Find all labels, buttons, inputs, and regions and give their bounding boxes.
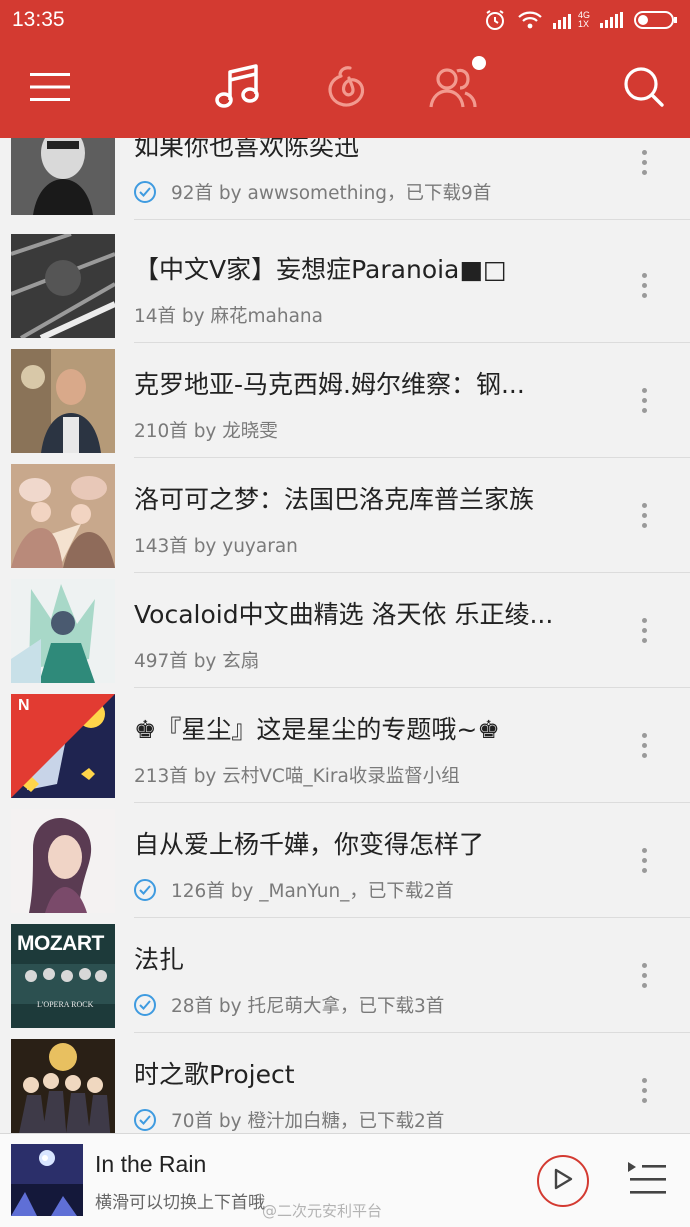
playlist-meta: 210首 by 龙晓雯 <box>134 421 278 442</box>
playlist-cover <box>11 579 115 683</box>
list-item[interactable]: 【中文V家】妄想症Paranoia■□ 14首 by 麻花mahana <box>0 228 690 343</box>
friends-icon <box>427 63 483 115</box>
new-badge-label: N <box>18 697 30 714</box>
status-bar: 13:35 4G 1X <box>0 0 690 40</box>
playlist-meta: 28首 by 托尼萌大拿，已下载3首 <box>171 996 445 1017</box>
playlist-subtitle: 126首 by _ManYun_，已下载2首 <box>134 877 604 903</box>
playlist-subtitle: 497首 by 玄扇 <box>134 647 604 673</box>
tab-friends[interactable] <box>420 40 490 138</box>
playlist-subtitle: 210首 by 龙晓雯 <box>134 417 604 443</box>
playlist-meta: 92首 by awwsomething，已下载9首 <box>171 183 492 204</box>
downloaded-check-icon <box>134 994 156 1016</box>
cover-subtitle: L'OPERA ROCK <box>37 1000 94 1009</box>
playlist-meta: 213首 by 云村VC喵_Kira收录监督小组 <box>134 766 460 787</box>
playlist-cover <box>11 809 115 913</box>
queue-button[interactable] <box>626 1160 668 1200</box>
signal-icon: 4G 1X <box>552 11 590 29</box>
playlist-list[interactable]: 如果你也喜欢陈奕迅 92首 by awwsomething，已下载9首 【中文V… <box>0 138 690 1133</box>
playlist-meta: 143首 by yuyaran <box>134 536 298 557</box>
now-playing-hint: 横滑可以切换上下首哦 <box>95 1193 265 1213</box>
wifi-icon <box>517 10 543 30</box>
playlist-subtitle: 28首 by 托尼萌大拿，已下载3首 <box>134 992 604 1018</box>
list-item[interactable]: 如果你也喜欢陈奕迅 92首 by awwsomething，已下载9首 <box>0 138 690 220</box>
playlist-cover <box>11 349 115 453</box>
playlist-meta: 14首 by 麻花mahana <box>134 306 323 327</box>
menu-button[interactable] <box>20 40 80 138</box>
playlist-cover <box>11 138 115 215</box>
playlist-title: 时之歌Project <box>134 1060 295 1089</box>
playlist-cover <box>11 464 115 568</box>
playlist-title: 克罗地亚-马克西姆.姆尔维察：钢... <box>134 370 525 399</box>
downloaded-check-icon <box>134 181 156 203</box>
network-sub-label: 1X <box>577 19 589 29</box>
playlist-title: 洛可可之梦：法国巴洛克库普兰家族 <box>134 485 535 514</box>
watermark: @二次元安利平台 <box>262 1202 383 1220</box>
list-item[interactable]: Vocaloid中文曲精选 洛天依 乐正绫... 497首 by 玄扇 <box>0 573 690 688</box>
search-button[interactable] <box>616 40 672 138</box>
downloaded-check-icon <box>134 1109 156 1131</box>
playlist-subtitle: 14首 by 麻花mahana <box>134 302 604 328</box>
more-options-button[interactable] <box>629 228 659 343</box>
list-item[interactable]: 自从爱上杨千嬅，你变得怎样了 126首 by _ManYun_，已下载2首 <box>0 803 690 918</box>
divider <box>134 219 690 220</box>
play-button[interactable] <box>537 1155 589 1207</box>
playlist-subtitle: 92首 by awwsomething，已下载9首 <box>134 179 604 205</box>
list-item[interactable]: 时之歌Project 70首 by 橙汁加白糖，已下载2首 <box>0 1033 690 1133</box>
more-options-button[interactable] <box>629 573 659 688</box>
menu-icon <box>28 70 72 108</box>
more-options-button[interactable] <box>629 803 659 918</box>
netease-logo-icon <box>324 64 370 114</box>
playlist-cover: MOZART L'OPERA ROCK <box>11 924 115 1028</box>
more-options-button[interactable] <box>629 138 659 220</box>
cover-title: MOZART <box>17 932 104 955</box>
tab-discover[interactable] <box>314 40 380 138</box>
more-options-button[interactable] <box>629 918 659 1033</box>
playlist-meta: 497首 by 玄扇 <box>134 651 260 672</box>
mini-player[interactable]: In the Rain 横滑可以切换上下首哦 @二次元安利平台 <box>0 1133 690 1227</box>
now-playing-title: In the Rain <box>95 1151 207 1177</box>
playlist-meta: 126首 by _ManYun_，已下载2首 <box>171 881 454 902</box>
playlist-cover <box>11 234 115 338</box>
playlist-meta: 70首 by 橙汁加白糖，已下载2首 <box>171 1111 445 1132</box>
playlist-title: Vocaloid中文曲精选 洛天依 乐正绫... <box>134 600 554 629</box>
queue-icon <box>626 1162 668 1204</box>
status-time: 13:35 <box>12 8 65 31</box>
more-options-button[interactable] <box>629 688 659 803</box>
notification-dot <box>472 56 486 70</box>
list-item[interactable]: 洛可可之梦：法国巴洛克库普兰家族 143首 by yuyaran <box>0 458 690 573</box>
playlist-title: 如果你也喜欢陈奕迅 <box>134 138 360 161</box>
playlist-subtitle: 213首 by 云村VC喵_Kira收录监督小组 <box>134 762 604 788</box>
list-item[interactable]: MOZART L'OPERA ROCK 法扎 28首 by 托尼萌大拿，已下载3… <box>0 918 690 1033</box>
play-icon <box>552 1167 574 1195</box>
more-options-button[interactable] <box>629 458 659 573</box>
signal-icon <box>600 12 624 28</box>
list-item[interactable]: N ♚『星尘』这是星尘的专题哦~♚ 213首 by 云村VC喵_Kira收录监督… <box>0 688 690 803</box>
battery-icon <box>634 10 678 30</box>
top-navigation-bar <box>0 40 690 138</box>
music-icon <box>213 62 263 116</box>
playlist-subtitle: 70首 by 橙汁加白糖，已下载2首 <box>134 1107 604 1133</box>
playlist-title: 自从爱上杨千嬅，你变得怎样了 <box>134 830 485 859</box>
now-playing-cover[interactable] <box>11 1144 83 1216</box>
status-icons: 4G 1X <box>483 8 678 32</box>
search-icon <box>623 66 665 112</box>
playlist-title: ♚『星尘』这是星尘的专题哦~♚ <box>134 715 500 744</box>
downloaded-check-icon <box>134 879 156 901</box>
playlist-subtitle: 143首 by yuyaran <box>134 532 604 558</box>
more-options-button[interactable] <box>629 1033 659 1133</box>
more-options-button[interactable] <box>629 343 659 458</box>
playlist-title: 法扎 <box>134 945 185 974</box>
list-item[interactable]: 克罗地亚-马克西姆.姆尔维察：钢... 210首 by 龙晓雯 <box>0 343 690 458</box>
playlist-title: 【中文V家】妄想症Paranoia■□ <box>134 255 507 284</box>
tab-my-music[interactable] <box>205 40 271 138</box>
alarm-icon <box>483 8 507 32</box>
playlist-cover: N <box>11 694 115 798</box>
playlist-cover <box>11 1039 115 1133</box>
